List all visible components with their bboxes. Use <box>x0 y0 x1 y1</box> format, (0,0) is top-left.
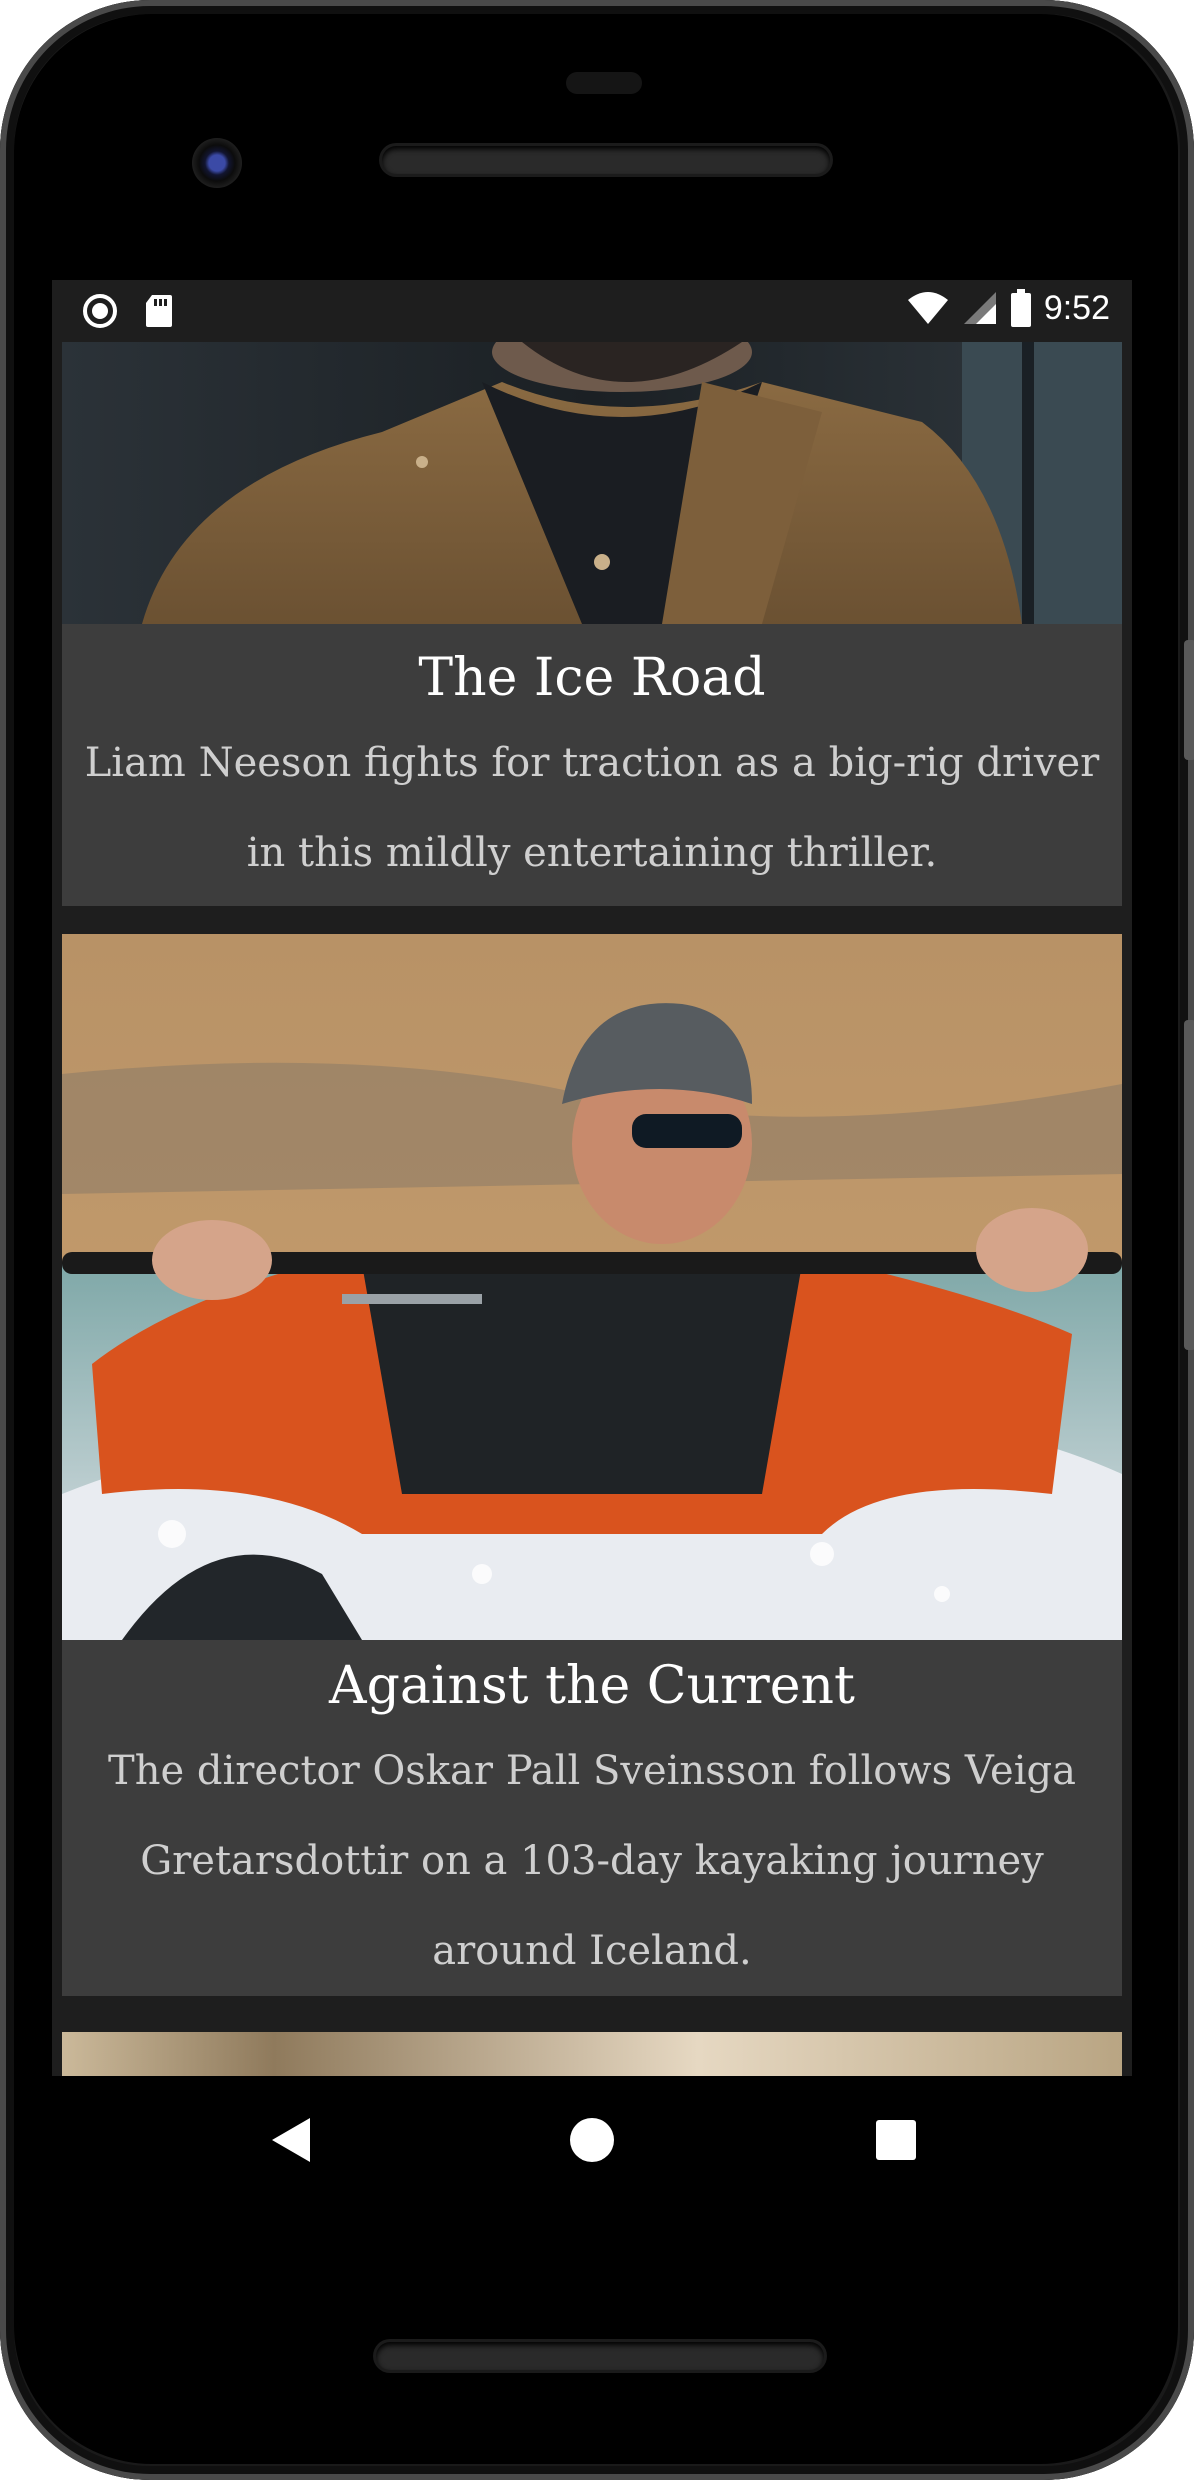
article-description: Liam Neeson fights for traction as a big… <box>84 740 1100 876</box>
article-title[interactable]: The Ice Road <box>62 624 1122 718</box>
article-title[interactable]: Against the Current <box>62 1640 1122 1726</box>
wifi-icon <box>907 292 948 324</box>
power-button <box>1184 640 1194 760</box>
recents-icon[interactable] <box>876 2120 916 2160</box>
front-camera-icon <box>192 138 242 188</box>
volume-button <box>1184 1020 1194 1350</box>
screen: 9:52 The Ice Road Liam Neeson fights for… <box>52 280 1132 2076</box>
kayaker-photo <box>62 934 1122 1640</box>
article-image <box>62 934 1122 1640</box>
battery-icon <box>1010 289 1031 327</box>
record-icon <box>83 294 117 328</box>
signal-icon <box>963 292 996 324</box>
article-card[interactable] <box>62 2032 1122 2076</box>
article-card[interactable]: The Ice Road Liam Neeson fights for trac… <box>62 342 1122 906</box>
article-list[interactable]: The Ice Road Liam Neeson fights for trac… <box>52 342 1132 2076</box>
bottom-speaker <box>376 2342 824 2370</box>
navigation-bar <box>52 2076 1132 2206</box>
status-bar: 9:52 <box>52 280 1132 342</box>
article-card[interactable]: Against the Current The director Oskar P… <box>62 934 1122 1996</box>
proximity-sensor <box>566 72 642 94</box>
article-description: The director Oskar Pall Sveinsson follow… <box>108 1748 1076 1974</box>
home-icon[interactable] <box>569 2117 615 2163</box>
back-icon[interactable] <box>270 2116 314 2164</box>
article-image <box>62 342 1122 624</box>
earpiece-speaker <box>382 146 830 174</box>
clock: 9:52 <box>1043 288 1110 327</box>
sd-card-icon <box>146 295 172 327</box>
truck-driver-photo <box>62 342 1122 624</box>
article-image <box>62 2032 1122 2076</box>
phone-frame: 9:52 The Ice Road Liam Neeson fights for… <box>0 0 1194 2480</box>
